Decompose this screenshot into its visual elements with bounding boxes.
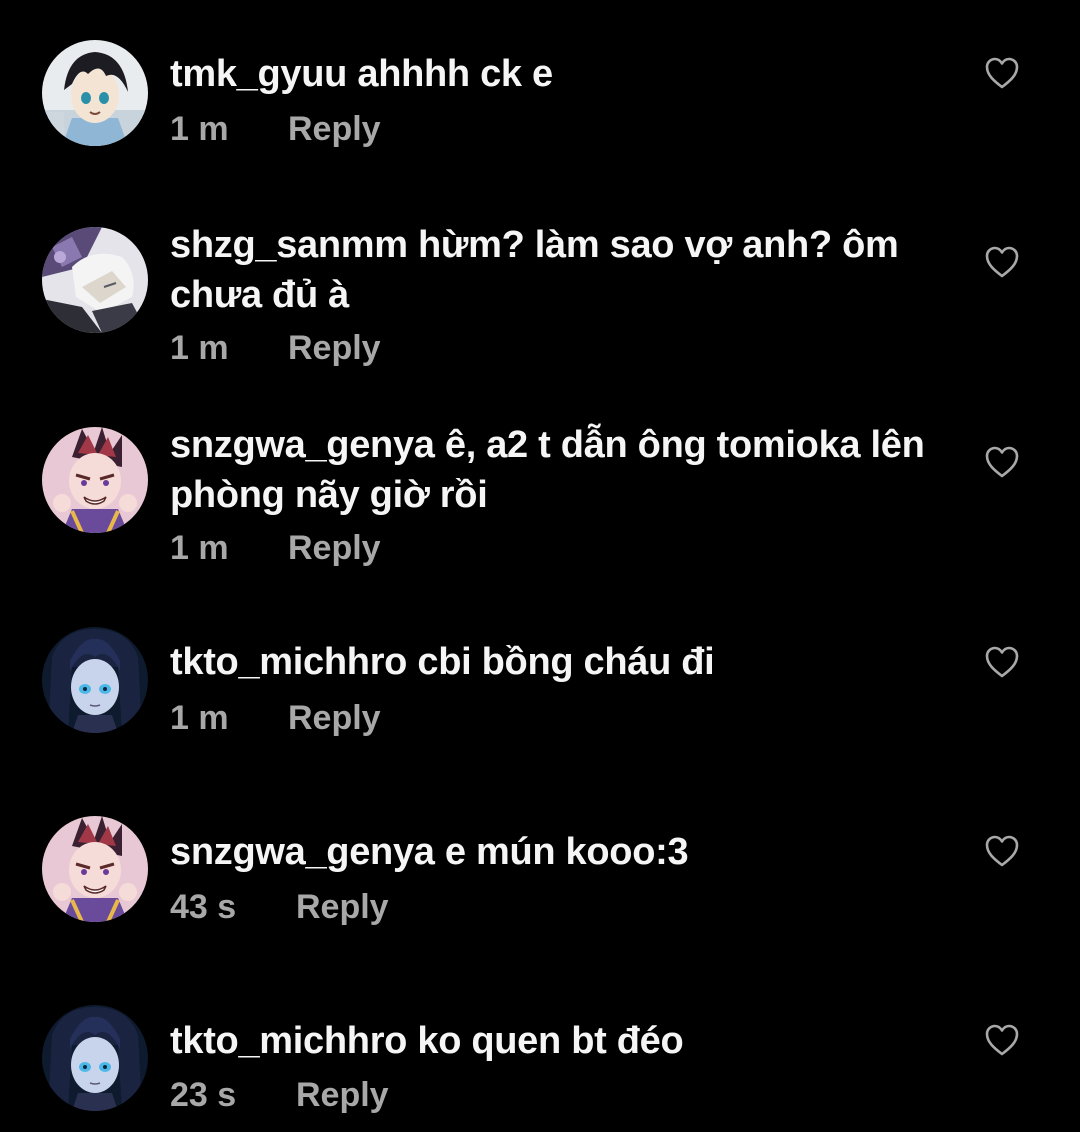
heart-icon xyxy=(985,646,1019,678)
comment-text: snzgwa_genya ê, a2 t dẫn ông tomioka lên… xyxy=(170,420,940,520)
like-button[interactable] xyxy=(984,56,1020,90)
comment-time: 1 m xyxy=(170,699,229,737)
comment-time: 1 m xyxy=(170,529,229,567)
heart-icon xyxy=(985,835,1019,867)
like-button[interactable] xyxy=(984,445,1020,479)
comment-text: tkto_michhro ko quen bt đéo xyxy=(170,1016,940,1066)
comment-text: tkto_michhro cbi bồng cháu đi xyxy=(170,637,940,687)
comment-meta: 1 m Reply xyxy=(170,529,381,568)
reply-button[interactable]: Reply xyxy=(288,110,381,149)
comment-meta: 1 m Reply xyxy=(170,329,381,368)
comment-meta: 43 s Reply xyxy=(170,888,389,927)
like-button[interactable] xyxy=(984,645,1020,679)
avatar[interactable] xyxy=(42,1005,148,1111)
comment-time: 1 m xyxy=(170,329,229,367)
anime-boy-avatar-icon xyxy=(42,40,148,146)
heart-icon xyxy=(985,1024,1019,1056)
comment-text: snzgwa_genya e mún kooo:3 xyxy=(170,827,940,877)
heart-icon xyxy=(985,246,1019,278)
comment-time: 1 m xyxy=(170,110,229,148)
avatar[interactable] xyxy=(42,627,148,733)
comment-body: ko quen bt đéo xyxy=(417,1020,684,1062)
heart-icon xyxy=(985,57,1019,89)
comment-body: cbi bồng cháu đi xyxy=(417,641,715,683)
like-button[interactable] xyxy=(984,834,1020,868)
anime-mohawk-avatar-icon xyxy=(42,427,148,533)
comment-body: ahhhh ck e xyxy=(357,53,553,95)
comment-username[interactable]: tkto_michhro xyxy=(170,1020,407,1062)
reply-button[interactable]: Reply xyxy=(288,329,381,368)
comment-body: e mún kooo:3 xyxy=(444,831,689,873)
comment-meta: 1 m Reply xyxy=(170,110,381,149)
anime-mohawk-avatar-icon xyxy=(42,816,148,922)
like-button[interactable] xyxy=(984,1023,1020,1057)
anime-white-hair-avatar-icon xyxy=(42,227,148,333)
reply-button[interactable]: Reply xyxy=(296,1076,389,1115)
heart-icon xyxy=(985,446,1019,478)
comment-username[interactable]: snzgwa_genya xyxy=(170,831,435,873)
comment-time: 23 s xyxy=(170,1076,237,1114)
avatar[interactable] xyxy=(42,427,148,533)
comment-username[interactable]: tmk_gyuu xyxy=(170,53,347,95)
comment-meta: 23 s Reply xyxy=(170,1076,389,1115)
reply-button[interactable]: Reply xyxy=(288,699,381,738)
reply-button[interactable]: Reply xyxy=(288,529,381,568)
avatar[interactable] xyxy=(42,816,148,922)
comment-meta: 1 m Reply xyxy=(170,699,381,738)
comment-text: tmk_gyuu ahhhh ck e xyxy=(170,49,940,99)
comment-username[interactable]: tkto_michhro xyxy=(170,641,407,683)
comment-time: 43 s xyxy=(170,888,237,926)
avatar[interactable] xyxy=(42,227,148,333)
comment-text: shzg_sanmm hừm? làm sao vợ anh? ôm chưa … xyxy=(170,220,940,320)
avatar[interactable] xyxy=(42,40,148,146)
reply-button[interactable]: Reply xyxy=(296,888,389,927)
comment-username[interactable]: snzgwa_genya xyxy=(170,424,435,466)
anime-long-hair-avatar-icon xyxy=(42,627,148,733)
comment-username[interactable]: shzg_sanmm xyxy=(170,224,408,266)
anime-long-hair-avatar-icon xyxy=(42,1005,148,1111)
like-button[interactable] xyxy=(984,245,1020,279)
